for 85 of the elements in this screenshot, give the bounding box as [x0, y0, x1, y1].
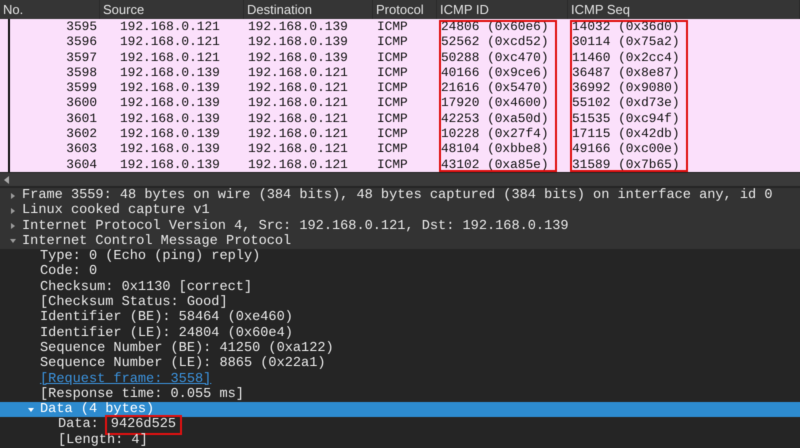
table-cell: 192.168.0.121 — [248, 141, 348, 156]
column-header[interactable]: Protocol — [373, 0, 437, 19]
table-cell: 3599 — [66, 80, 97, 96]
table-cell: 192.168.0.121 — [248, 110, 348, 126]
collapse-arrow-icon[interactable] — [9, 237, 17, 246]
table-cell: 17920 (0x4600) — [441, 95, 549, 110]
scroll-left-icon[interactable] — [4, 176, 10, 184]
table-cell: 192.168.0.121 — [248, 80, 348, 96]
table-cell: 51535 (0xc94f) — [572, 110, 680, 126]
table-cell: 192.168.0.139 — [120, 156, 220, 172]
table-cell: ICMP — [377, 141, 408, 156]
tree-item[interactable]: Checksum: 0x1130 [correct] — [40, 280, 252, 296]
table-cell: ICMP — [377, 95, 408, 110]
tree-item[interactable]: Identifier (BE): 58464 (0xe460) — [40, 310, 293, 326]
table-cell: ICMP — [377, 80, 408, 96]
table-cell: 192.168.0.121 — [248, 126, 348, 142]
table-cell: 3600 — [66, 95, 97, 110]
table-cell: 3601 — [66, 110, 97, 126]
table-cell: 192.168.0.121 — [120, 19, 220, 34]
column-header[interactable]: ICMP ID — [437, 0, 568, 19]
expand-arrow-icon[interactable] — [9, 192, 17, 200]
table-cell: 30114 (0x75a2) — [572, 34, 680, 50]
table-cell: 192.168.0.139 — [120, 64, 220, 80]
table-cell: 192.168.0.139 — [248, 19, 348, 34]
table-cell: 192.168.0.139 — [120, 110, 220, 126]
table-cell: 36992 (0x9080) — [572, 80, 680, 96]
table-cell: 40166 (0x9ce6) — [441, 64, 549, 80]
tree-link[interactable]: [Request frame: 3558] — [40, 372, 212, 387]
table-cell: ICMP — [377, 34, 408, 50]
table-cell: 36487 (0x8e87) — [572, 64, 680, 80]
table-cell: 192.168.0.139 — [248, 34, 348, 50]
tree-item[interactable]: Identifier (LE): 24804 (0x60e4) — [40, 326, 293, 341]
table-cell: 31589 (0x7b65) — [572, 156, 680, 172]
expand-arrow-icon[interactable] — [9, 206, 17, 215]
table-cell: 48104 (0xbbe8) — [441, 141, 549, 156]
table-cell: 11460 (0x2cc4) — [572, 50, 680, 65]
table-cell: ICMP — [377, 50, 408, 65]
table-cell: 192.168.0.121 — [120, 50, 220, 65]
table-cell: 192.168.0.139 — [120, 80, 220, 96]
table-cell: ICMP — [377, 64, 408, 80]
table-cell: 192.168.0.121 — [248, 156, 348, 172]
table-cell: 49166 (0xc00e) — [572, 141, 680, 156]
tree-item[interactable]: Data (4 bytes) — [40, 402, 154, 418]
table-cell: 192.168.0.121 — [120, 34, 220, 50]
table-cell: 3598 — [66, 64, 97, 80]
table-cell: 50288 (0xc470) — [441, 50, 549, 65]
table-cell: 192.168.0.139 — [120, 141, 220, 156]
horizontal-scrollbar[interactable] — [0, 172, 800, 186]
column-header[interactable]: ICMP Seq — [568, 0, 800, 19]
table-cell: 192.168.0.121 — [248, 64, 348, 80]
table-cell: ICMP — [377, 126, 408, 142]
expand-arrow-icon[interactable] — [9, 222, 17, 230]
tree-item[interactable]: [Checksum Status: Good] — [40, 295, 228, 310]
table-cell: 3595 — [66, 19, 97, 34]
tree-item[interactable]: Sequence Number (BE): 41250 (0xa122) — [40, 340, 334, 356]
table-cell: 52562 (0xcd52) — [441, 34, 549, 50]
table-cell: 192.168.0.139 — [248, 50, 348, 65]
table-cell: 3603 — [66, 141, 97, 156]
table-cell: 10228 (0x27f4) — [441, 126, 549, 142]
table-cell: 55102 (0xd73e) — [572, 95, 680, 110]
tree-item[interactable]: [Length: 4] — [58, 432, 148, 448]
table-cell: ICMP — [377, 19, 408, 34]
data-value: 9426d525 — [106, 417, 180, 433]
table-cell: 3604 — [66, 156, 97, 172]
tree-item[interactable]: Sequence Number (LE): 8865 (0x22a1) — [40, 356, 326, 372]
collapse-arrow-icon[interactable] — [27, 406, 35, 414]
table-cell: 192.168.0.139 — [120, 95, 220, 110]
column-header[interactable]: Source — [100, 0, 244, 19]
tree-item[interactable]: Data: — [58, 417, 99, 433]
column-header[interactable]: No. — [0, 0, 100, 19]
column-header[interactable]: Destination — [244, 0, 373, 19]
table-cell: 21616 (0x5470) — [441, 80, 549, 96]
table-cell: 192.168.0.121 — [248, 95, 348, 110]
table-cell: 3602 — [66, 126, 97, 142]
table-cell: 42253 (0xa50d) — [441, 110, 549, 126]
table-cell: 192.168.0.139 — [120, 126, 220, 142]
tree-item[interactable]: Code: 0 — [40, 264, 98, 280]
tree-item[interactable]: Type: 0 (Echo (ping) reply) — [40, 249, 260, 264]
table-cell: 17115 (0x42db) — [572, 126, 680, 142]
table-cell: 43102 (0xa85e) — [441, 156, 549, 172]
table-cell: 3597 — [66, 50, 97, 65]
table-cell: ICMP — [377, 110, 408, 126]
table-cell: 3596 — [66, 34, 97, 50]
table-cell: ICMP — [377, 156, 408, 172]
tree-item[interactable]: [Response time: 0.055 ms] — [40, 386, 244, 402]
